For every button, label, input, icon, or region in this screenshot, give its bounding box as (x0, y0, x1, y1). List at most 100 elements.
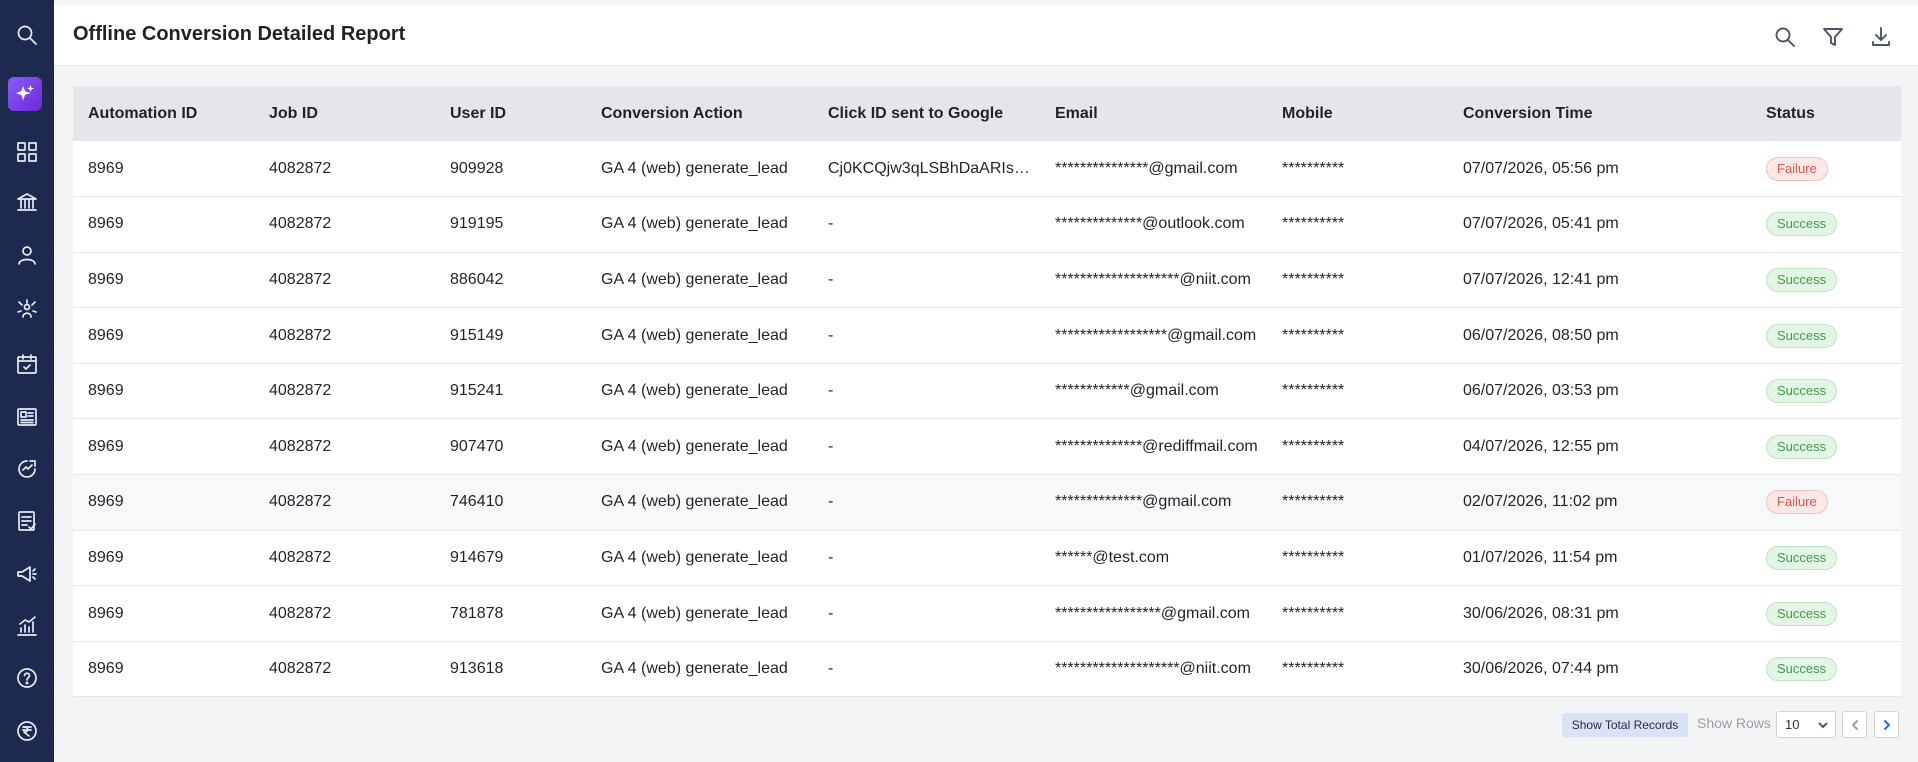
table-row[interactable]: 8969 4082872 907470 GA 4 (web) generate_… (73, 418, 1901, 476)
user-icon[interactable] (7, 235, 47, 275)
cell-conversion-time: 01/07/2026, 11:54 pm (1448, 530, 1751, 587)
chevron-down-icon (1818, 722, 1828, 729)
cell-job-id: 4082872 (254, 196, 435, 253)
cell-email: ***************@gmail.com (1040, 141, 1267, 198)
column-header[interactable]: Automation ID (73, 86, 254, 141)
status-badge: Success (1766, 601, 1838, 626)
cell-user-id: 746410 (435, 474, 586, 531)
cell-conversion-time: 30/06/2026, 08:31 pm (1448, 585, 1751, 642)
ai-sparkle-icon[interactable] (8, 77, 42, 111)
column-header[interactable]: Click ID sent to Google (813, 86, 1040, 141)
cell-conversion-time: 02/07/2026, 11:02 pm (1448, 474, 1751, 531)
cell-conversion-action: GA 4 (web) generate_lead (586, 530, 813, 587)
table-row[interactable]: 8969 4082872 915149 GA 4 (web) generate_… (73, 307, 1901, 364)
dashboard-icon[interactable] (7, 132, 47, 172)
next-page-button[interactable] (1874, 711, 1899, 738)
cell-click-id: Cj0KCQjw3qLSBhDaARIsAF6OXFLGRK (813, 141, 1040, 198)
cell-automation-id: 8969 (73, 252, 254, 309)
download-icon[interactable] (1866, 22, 1896, 52)
report-icon[interactable] (7, 501, 47, 541)
cell-conversion-time: 06/07/2026, 08:50 pm (1448, 307, 1751, 364)
cell-job-id: 4082872 (254, 641, 435, 698)
cell-mobile: ********** (1267, 196, 1448, 253)
cell-mobile: ********** (1267, 585, 1448, 642)
calendar-check-icon[interactable] (7, 344, 47, 384)
column-header[interactable]: Job ID (254, 86, 435, 141)
search-icon[interactable] (1770, 22, 1800, 52)
status-badge: Success (1766, 212, 1838, 237)
table-row[interactable]: 8969 4082872 886042 GA 4 (web) generate_… (73, 252, 1901, 309)
cell-user-id: 915149 (435, 307, 586, 364)
cell-conversion-action: GA 4 (web) generate_lead (586, 585, 813, 642)
cell-conversion-action: GA 4 (web) generate_lead (586, 307, 813, 364)
analytics-icon[interactable] (7, 449, 47, 489)
table-row[interactable]: 8969 4082872 781878 GA 4 (web) generate_… (73, 585, 1901, 642)
cell-status: Failure (1751, 141, 1901, 198)
column-header[interactable]: Conversion Action (586, 86, 813, 141)
status-badge: Success (1766, 434, 1838, 459)
cell-automation-id: 8969 (73, 141, 254, 198)
cell-automation-id: 8969 (73, 474, 254, 531)
table-row[interactable]: 8969 4082872 909928 GA 4 (web) generate_… (73, 141, 1901, 198)
cell-conversion-time: 06/07/2026, 03:53 pm (1448, 363, 1751, 420)
cell-job-id: 4082872 (254, 307, 435, 364)
cell-automation-id: 8969 (73, 530, 254, 587)
status-badge: Failure (1766, 490, 1828, 515)
cell-automation-id: 8969 (73, 418, 254, 476)
column-header[interactable]: Email (1040, 86, 1267, 141)
cell-user-id: 781878 (435, 585, 586, 642)
table-row[interactable]: 8969 4082872 914679 GA 4 (web) generate_… (73, 530, 1901, 587)
column-header[interactable]: User ID (435, 86, 586, 141)
chevron-right-icon (1883, 719, 1890, 730)
network-icon[interactable] (7, 290, 47, 330)
megaphone-icon[interactable] (7, 554, 47, 594)
table-row[interactable]: 8969 4082872 915241 GA 4 (web) generate_… (73, 363, 1901, 420)
column-header[interactable]: Conversion Time (1448, 86, 1751, 141)
cell-email: **************@gmail.com (1040, 474, 1267, 531)
cell-automation-id: 8969 (73, 196, 254, 253)
table-row[interactable]: 8969 4082872 919195 GA 4 (web) generate_… (73, 196, 1901, 253)
cell-click-id: - (813, 307, 1040, 364)
search-icon[interactable] (7, 15, 47, 55)
cell-conversion-action: GA 4 (web) generate_lead (586, 141, 813, 198)
cell-email: ******@test.com (1040, 530, 1267, 587)
cell-click-id: - (813, 196, 1040, 253)
bank-icon[interactable] (7, 182, 47, 222)
cell-user-id: 913618 (435, 641, 586, 698)
prev-page-button[interactable] (1842, 711, 1867, 738)
cell-mobile: ********** (1267, 141, 1448, 198)
newspaper-icon[interactable] (7, 397, 47, 437)
filter-icon[interactable] (1818, 22, 1848, 52)
cell-user-id: 915241 (435, 363, 586, 420)
cell-conversion-action: GA 4 (web) generate_lead (586, 252, 813, 309)
cell-status: Success (1751, 196, 1901, 253)
cell-conversion-action: GA 4 (web) generate_lead (586, 641, 813, 698)
cell-job-id: 4082872 (254, 474, 435, 531)
rows-per-page-select[interactable]: 10 (1776, 711, 1836, 738)
status-badge: Success (1766, 323, 1838, 348)
table-header-row: Automation ID Job ID User ID Conversion … (73, 86, 1901, 141)
cell-user-id: 919195 (435, 196, 586, 253)
cell-conversion-time: 07/07/2026, 05:41 pm (1448, 196, 1751, 253)
cell-click-id: - (813, 530, 1040, 587)
cell-status: Success (1751, 418, 1901, 476)
cell-click-id: - (813, 641, 1040, 698)
cell-email: ********************@niit.com (1040, 641, 1267, 698)
status-badge: Success (1766, 267, 1838, 292)
cell-click-id: - (813, 585, 1040, 642)
chart-icon[interactable] (7, 606, 47, 646)
cell-status: Success (1751, 307, 1901, 364)
table-row[interactable]: 8969 4082872 746410 GA 4 (web) generate_… (73, 474, 1901, 531)
rupee-icon[interactable] (7, 711, 47, 751)
cell-user-id: 914679 (435, 530, 586, 587)
table-row[interactable]: 8969 4082872 913618 GA 4 (web) generate_… (73, 641, 1901, 698)
page-header: Offline Conversion Detailed Report (54, 5, 1918, 66)
chevron-left-icon (1851, 719, 1858, 730)
help-icon[interactable] (7, 658, 47, 698)
show-total-records-button[interactable]: Show Total Records (1562, 713, 1688, 737)
cell-job-id: 4082872 (254, 418, 435, 476)
column-header[interactable]: Mobile (1267, 86, 1448, 141)
column-header[interactable]: Status (1751, 86, 1901, 141)
cell-status: Success (1751, 252, 1901, 309)
cell-automation-id: 8969 (73, 641, 254, 698)
